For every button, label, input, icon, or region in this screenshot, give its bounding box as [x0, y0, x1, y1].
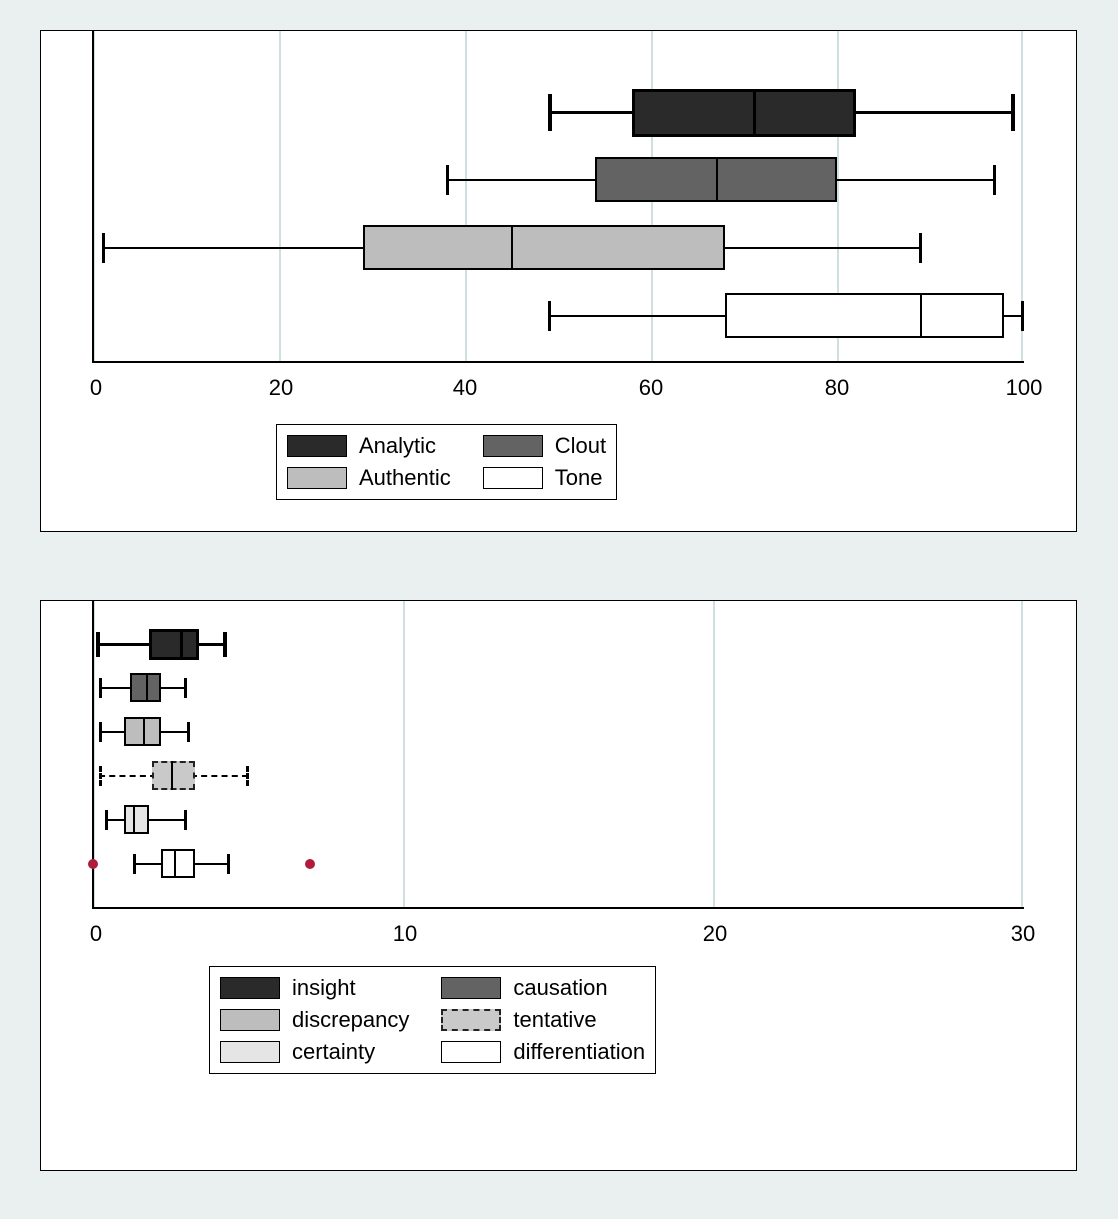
xtick: 80	[817, 375, 857, 401]
plot-area-bottom	[93, 601, 1023, 907]
xtick: 10	[385, 921, 425, 947]
legend-label: tentative	[513, 1007, 596, 1033]
legend-label: Clout	[555, 433, 606, 459]
xtick: 20	[695, 921, 735, 947]
legend-swatch	[220, 1009, 280, 1031]
legend-label: certainty	[292, 1039, 375, 1065]
legend-swatch	[220, 1041, 280, 1063]
xtick: 100	[996, 375, 1052, 401]
legend-label: Analytic	[359, 433, 436, 459]
legend-item-discrepancy: discrepancy	[220, 1007, 409, 1033]
legend-swatch	[441, 1041, 501, 1063]
legend-bottom: insight causation discrepancy tentative …	[209, 966, 656, 1074]
legend-label: discrepancy	[292, 1007, 409, 1033]
legend-label: causation	[513, 975, 607, 1001]
legend-item-causation: causation	[441, 975, 645, 1001]
xtick: 0	[81, 921, 111, 947]
legend-swatch	[441, 1009, 501, 1031]
legend-item-authentic: Authentic	[287, 465, 451, 491]
legend-swatch	[287, 435, 347, 457]
legend-top: Analytic Clout Authentic Tone	[276, 424, 617, 500]
legend-item-insight: insight	[220, 975, 409, 1001]
chart-bottom: 0 10 20 30 insight causation discrepancy…	[40, 600, 1077, 1171]
legend-label: Tone	[555, 465, 603, 491]
legend-swatch	[220, 977, 280, 999]
outlier	[305, 859, 315, 869]
xtick: 40	[445, 375, 485, 401]
legend-swatch	[441, 977, 501, 999]
xtick: 20	[261, 375, 301, 401]
legend-item-certainty: certainty	[220, 1039, 409, 1065]
legend-swatch	[483, 467, 543, 489]
xtick: 0	[81, 375, 111, 401]
outlier	[88, 859, 98, 869]
chart-top: 0 20 40 60 80 100 Analytic Clout Authent…	[40, 30, 1077, 532]
legend-label: insight	[292, 975, 356, 1001]
legend-item-tentative: tentative	[441, 1007, 645, 1033]
legend-swatch	[483, 435, 543, 457]
figure-container: 0 20 40 60 80 100 Analytic Clout Authent…	[0, 0, 1118, 1219]
legend-label: differentiation	[513, 1039, 645, 1065]
legend-label: Authentic	[359, 465, 451, 491]
plot-area-top	[93, 31, 1023, 361]
legend-swatch	[287, 467, 347, 489]
legend-item-tone: Tone	[483, 465, 606, 491]
legend-item-clout: Clout	[483, 433, 606, 459]
xtick: 60	[631, 375, 671, 401]
legend-item-differentiation: differentiation	[441, 1039, 645, 1065]
xtick: 30	[1003, 921, 1043, 947]
legend-item-analytic: Analytic	[287, 433, 451, 459]
